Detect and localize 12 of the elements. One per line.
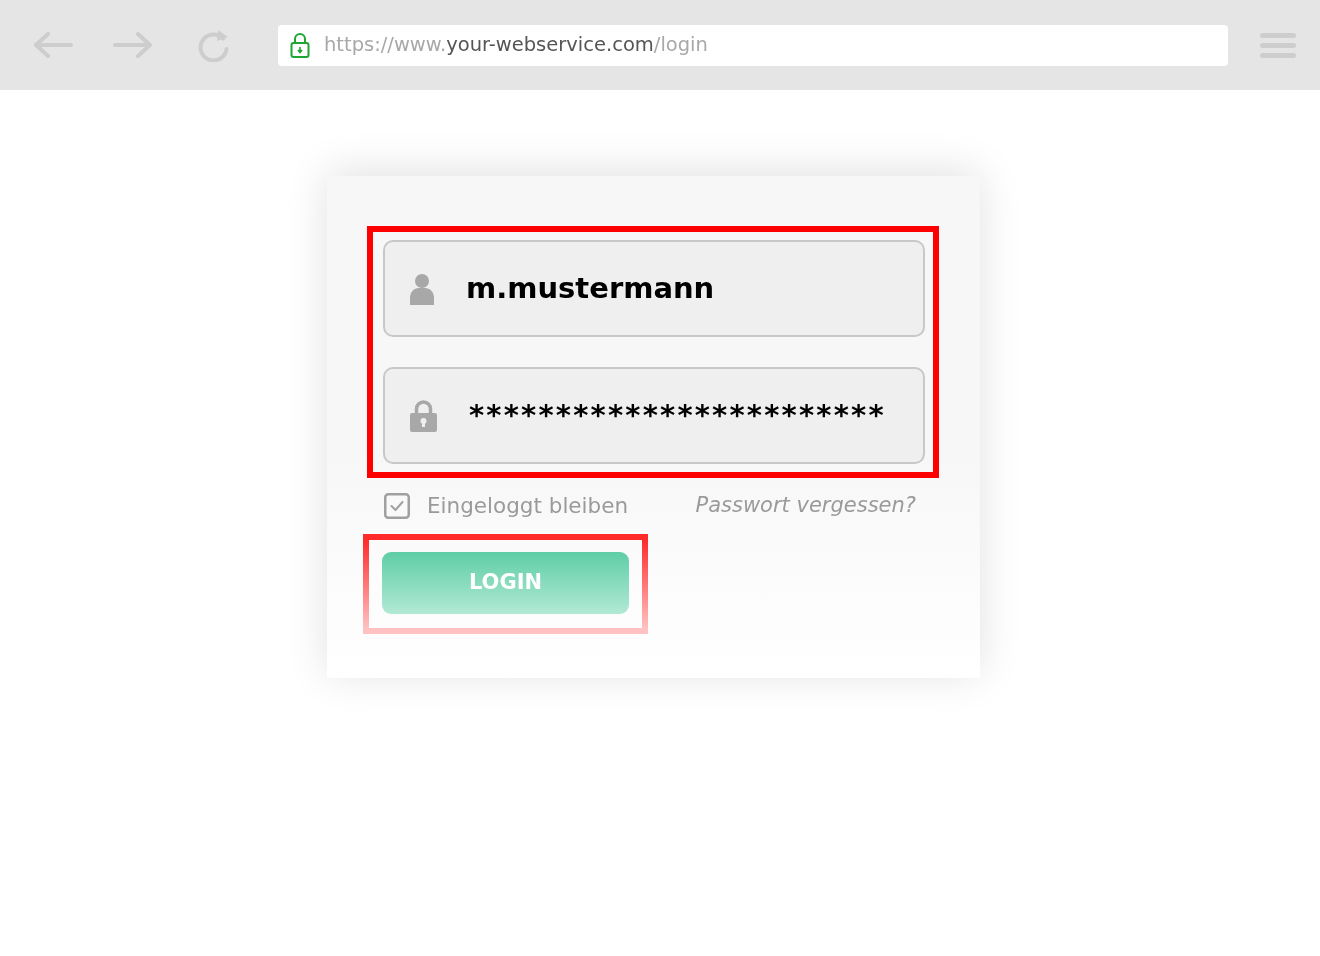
menu-icon[interactable] [1260,32,1296,58]
username-field[interactable]: m.mustermann [383,240,925,337]
back-arrow-icon[interactable] [33,32,73,58]
checkbox-label: Eingeloggt bleiben [427,491,629,520]
password-field[interactable]: ************************ [383,367,925,464]
padlock-icon [410,399,437,432]
address-text: https://www.your-webservice.com/login [324,32,708,59]
checkbox[interactable] [384,493,410,519]
user-icon [410,272,434,305]
forward-arrow-icon[interactable] [113,32,152,58]
reload-icon[interactable] [198,28,229,62]
address-bar[interactable]: https://www.your-webservice.com/login [278,24,1228,66]
